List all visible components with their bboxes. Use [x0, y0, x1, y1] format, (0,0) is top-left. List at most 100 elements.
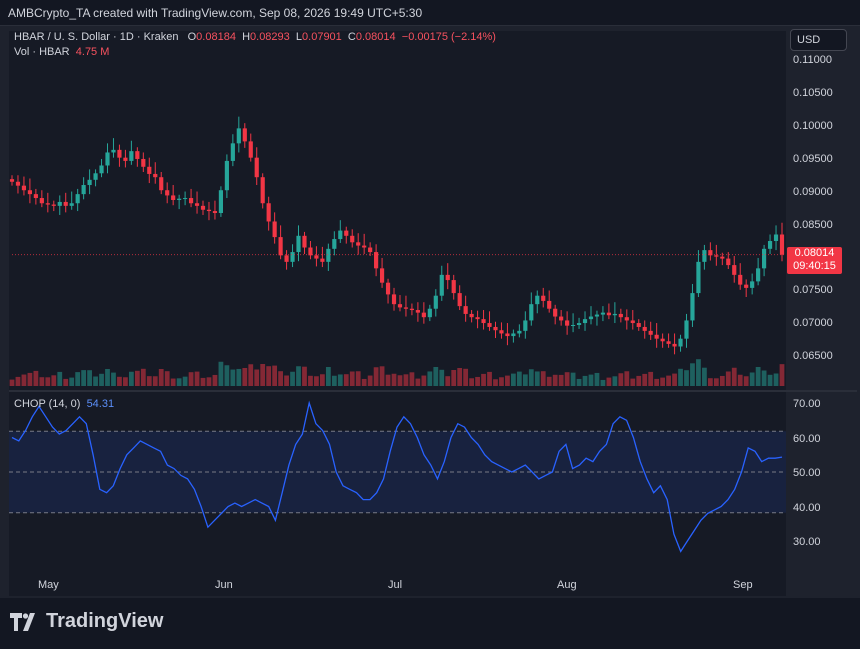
volume-bar: [564, 372, 570, 386]
volume-bar: [230, 369, 236, 386]
candle-body: [236, 128, 241, 144]
candle-body: [463, 306, 468, 314]
volume-bar: [707, 378, 713, 386]
volume-bar: [314, 376, 319, 386]
candle-body: [362, 245, 367, 248]
volume-bar: [39, 377, 45, 386]
open-label: O: [187, 31, 197, 43]
volume-bar: [152, 376, 158, 386]
date-tick: Jul: [388, 579, 403, 591]
volume-bar: [218, 361, 224, 386]
candle-body: [308, 247, 313, 256]
candle-body: [385, 282, 391, 295]
price-tick: 0.09000: [793, 186, 833, 198]
volume-bar: [409, 372, 415, 386]
volume-bar: [308, 375, 313, 386]
candle-body: [350, 235, 355, 243]
volume-label[interactable]: Vol · HBAR: [14, 46, 70, 58]
candle-body: [302, 235, 307, 248]
volume-bar: [511, 373, 516, 386]
chop-label[interactable]: CHOP (14, 0): [14, 398, 80, 410]
tradingview-wordmark: TradingView: [46, 610, 164, 632]
candle-body: [99, 165, 104, 174]
volume-bar: [51, 375, 57, 386]
volume-bar: [481, 373, 486, 386]
symbol-title[interactable]: HBAR / U. S. Dollar · 1D · Kraken: [14, 31, 178, 43]
candle-body: [129, 151, 134, 161]
volume-bar: [749, 372, 755, 386]
volume-bar: [87, 370, 92, 386]
volume-bar: [702, 367, 707, 386]
volume-bar: [194, 371, 200, 386]
volume-bar: [558, 374, 564, 386]
candle-body: [326, 248, 331, 262]
candle-body: [660, 338, 665, 342]
volume-bar: [725, 371, 731, 386]
volume-bar: [224, 365, 230, 386]
chop-tick: 60.00: [793, 433, 821, 445]
candle-body: [767, 241, 773, 249]
volume-bar: [672, 373, 677, 386]
volume-bar: [397, 375, 403, 386]
volume-bar: [117, 376, 122, 386]
volume-bar: [254, 369, 260, 386]
volume-bar: [660, 377, 666, 386]
volume-bar: [385, 374, 391, 386]
symbol-legend: HBAR / U. S. Dollar · 1D · Kraken O0.081…: [14, 31, 496, 43]
volume-bar: [176, 378, 182, 386]
candle-body: [475, 317, 480, 320]
volume-bar: [767, 374, 773, 386]
volume-bar: [582, 375, 588, 386]
chop-tick: 40.00: [793, 502, 821, 514]
candle-body: [272, 221, 277, 238]
candle-body: [481, 319, 486, 324]
volume-bar: [272, 365, 278, 386]
volume-bar: [690, 363, 695, 386]
tradingview-logo[interactable]: TradingView: [10, 610, 163, 633]
candle-body: [445, 274, 450, 281]
volume-bar: [505, 375, 510, 386]
volume-bar: [111, 372, 116, 386]
volume-bar: [21, 374, 27, 386]
candle-body: [338, 230, 343, 240]
candle-body: [254, 157, 259, 178]
price-tick: 0.10500: [793, 87, 833, 99]
volume-bar: [570, 372, 576, 386]
chop-legend: CHOP (14, 0) 54.31: [14, 398, 114, 410]
candle-body: [570, 325, 576, 327]
candle-body: [762, 248, 767, 269]
candle-body: [636, 323, 641, 327]
candle-body: [123, 157, 128, 161]
volume-bar: [284, 375, 289, 386]
volume-bar: [33, 370, 39, 386]
candle-body: [368, 247, 373, 253]
volume-bar: [743, 376, 749, 386]
volume-bar: [343, 374, 349, 386]
candle-body: [135, 151, 140, 159]
candle-body: [9, 179, 15, 182]
volume-bar: [534, 371, 540, 386]
candle-body: [296, 235, 301, 253]
chop-value: 54.31: [86, 398, 115, 410]
volume-bar: [421, 375, 427, 386]
volume-bar: [588, 374, 594, 386]
volume-bar: [779, 364, 785, 386]
currency-button[interactable]: USD: [790, 29, 847, 51]
candle-body: [600, 312, 606, 315]
volume-value: 4.75 M: [75, 46, 110, 58]
candle-body: [374, 252, 379, 269]
candle-body: [290, 252, 295, 262]
date-tick: Jun: [215, 579, 233, 591]
candle-body: [278, 237, 283, 256]
volume-bar: [379, 366, 385, 386]
price-tick: 0.08500: [793, 219, 833, 231]
volume-bar: [630, 378, 636, 386]
candle-body: [141, 158, 146, 167]
candle-body: [696, 261, 701, 294]
volume-bar: [719, 375, 725, 386]
volume-bar: [325, 367, 331, 386]
candle-body: [690, 293, 695, 321]
volume-bar: [415, 378, 421, 386]
volume-bar: [487, 371, 492, 386]
volume-bar: [9, 379, 15, 386]
